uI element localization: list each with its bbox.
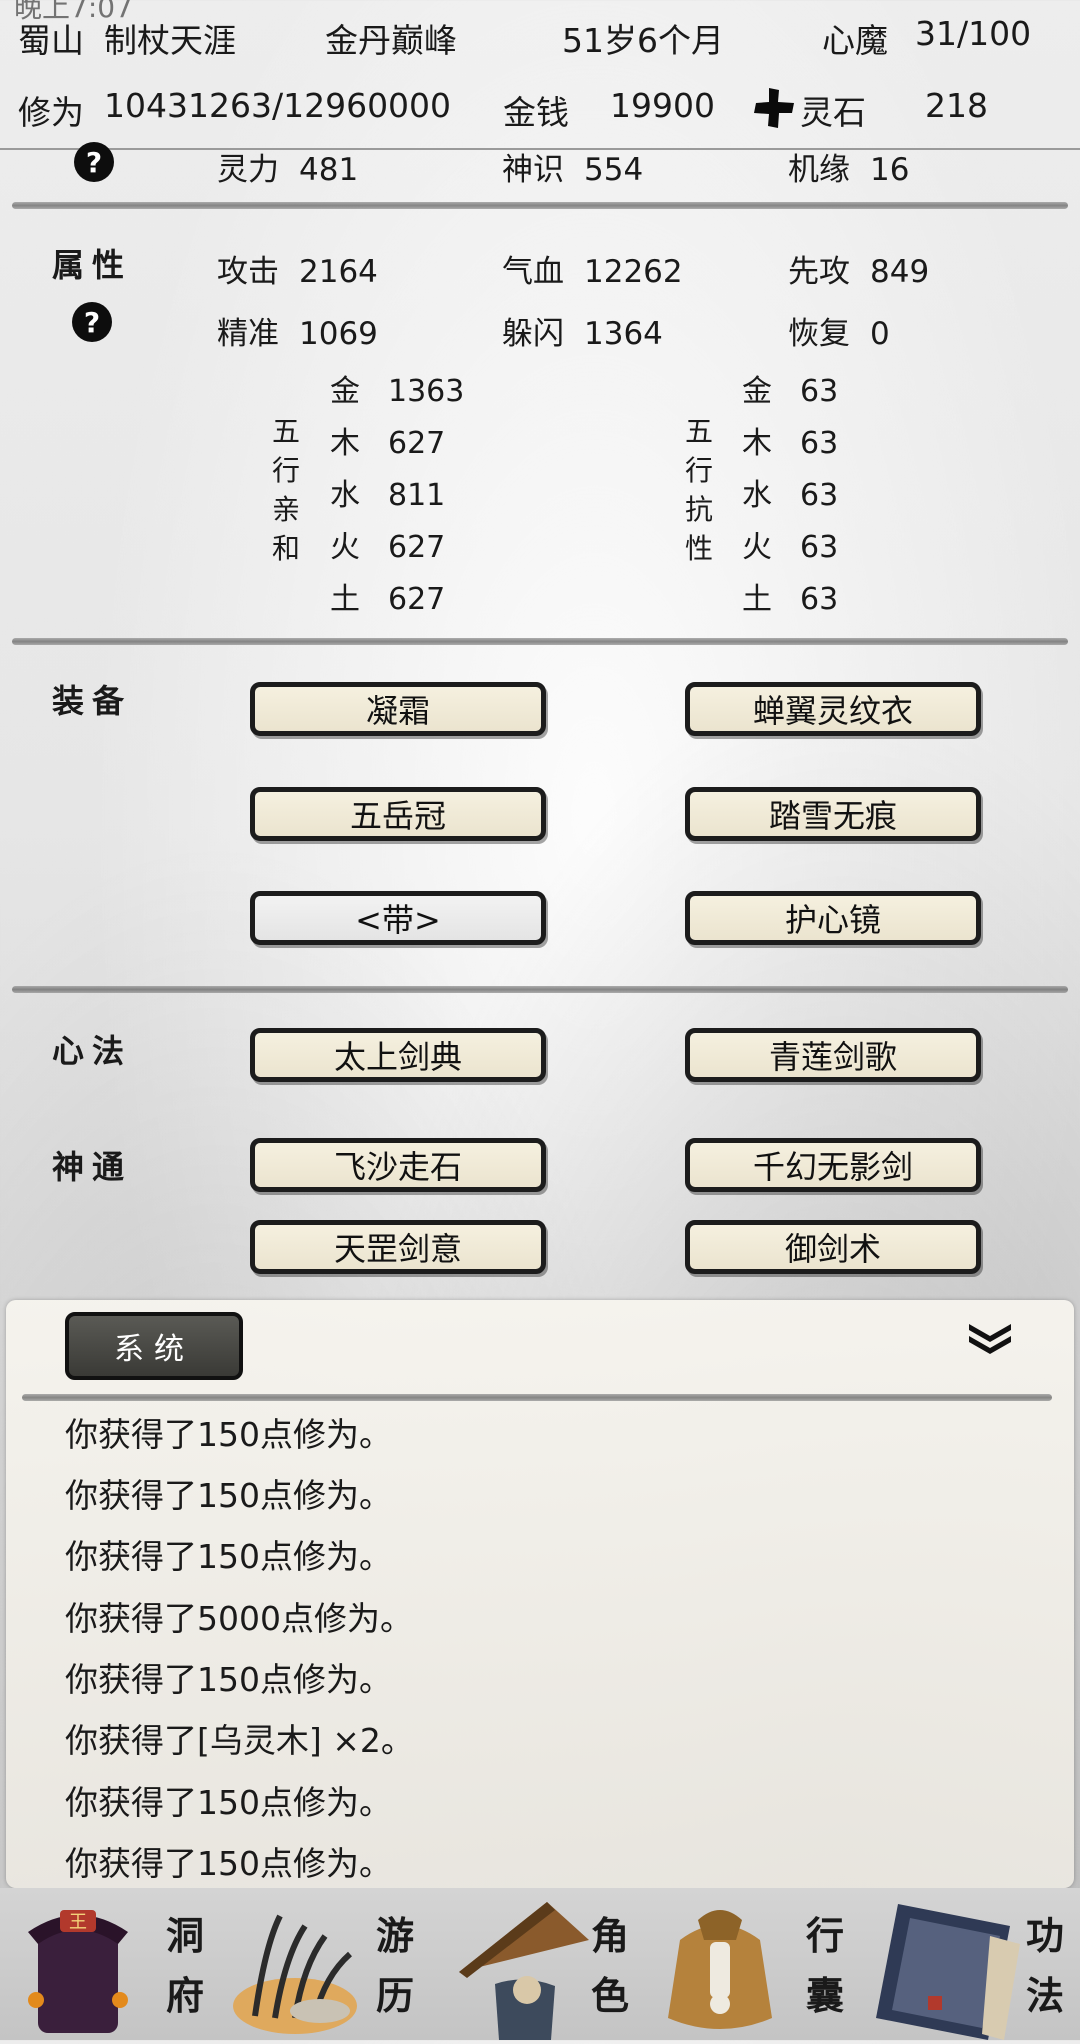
resistance-wood: 木 63 xyxy=(742,426,839,461)
spirit-stone-label: 灵石 xyxy=(800,93,866,132)
nav-label: 功 xyxy=(1025,1913,1064,1958)
mind-method-2-button[interactable]: 青莲剑歌 xyxy=(685,1028,981,1082)
help-icon[interactable]: ? xyxy=(72,302,112,342)
log-line: 你获得了[乌灵木] ×2。 xyxy=(65,1721,414,1760)
log-line: 你获得了150点修为。 xyxy=(65,1660,392,1699)
add-spirit-stone-icon[interactable] xyxy=(752,86,796,130)
collapse-chevron-icon[interactable] xyxy=(965,1318,1015,1358)
divine-ability-section-label: 神通 xyxy=(52,1148,133,1186)
realm: 金丹巅峰 xyxy=(325,21,457,60)
attributes-section-label: 属性 xyxy=(52,246,133,284)
stat-hp: 气血 12262 xyxy=(502,254,683,290)
equip-weapon-button[interactable]: 凝霜 xyxy=(250,682,546,736)
cultivation-value: 10431263/12960000 xyxy=(104,86,452,125)
stat-attack: 攻击 2164 xyxy=(217,254,378,290)
nav-label: 法 xyxy=(1025,1973,1064,2018)
affinity-water: 水 811 xyxy=(330,478,446,513)
nav-label: 府 xyxy=(165,1973,204,2018)
stat-spiritual-power: 灵力 481 xyxy=(217,152,359,188)
resistance-fire: 火 63 xyxy=(742,530,839,565)
system-tab[interactable]: 系统 xyxy=(65,1312,243,1380)
log-divider xyxy=(22,1394,1052,1401)
money-value: 19900 xyxy=(610,86,715,125)
nav-techniques[interactable]: 功 法 xyxy=(860,1888,1080,2040)
mind-method-1-button[interactable]: 太上剑典 xyxy=(250,1028,546,1082)
cultivation-label: 修为 xyxy=(18,93,84,132)
affinity-metal: 金 1363 xyxy=(330,374,465,409)
heart-demon-value: 31/100 xyxy=(915,14,1032,53)
resistance-metal: 金 63 xyxy=(742,374,839,409)
money-label: 金钱 xyxy=(503,93,569,132)
stat-evasion: 躲闪 1364 xyxy=(502,316,663,352)
stat-divine-sense: 神识 554 xyxy=(502,152,644,188)
stat-recovery: 恢复 0 xyxy=(788,316,890,352)
divine-ability-2-button[interactable]: 千幻无影剑 xyxy=(685,1138,981,1192)
equip-belt-button[interactable]: <带> xyxy=(250,891,546,945)
section-divider xyxy=(12,638,1068,645)
svg-text:王: 王 xyxy=(69,1912,87,1933)
character-title: 制杖天涯 xyxy=(104,21,236,60)
affinity-label: 五 行 亲 和 xyxy=(271,415,300,565)
divine-ability-3-button[interactable]: 天罡剑意 xyxy=(250,1220,546,1274)
mind-method-section-label: 心法 xyxy=(52,1032,133,1070)
divine-ability-1-button[interactable]: 飞沙走石 xyxy=(250,1138,546,1192)
spirit-stone-value: 218 xyxy=(925,86,988,125)
heart-demon-label: 心魔 xyxy=(822,21,888,60)
log-line: 你获得了150点修为。 xyxy=(65,1476,392,1515)
log-line: 你获得了150点修为。 xyxy=(65,1844,392,1883)
equip-amulet-button[interactable]: 护心镜 xyxy=(685,891,981,945)
equip-boots-button[interactable]: 踏雪无痕 xyxy=(685,787,981,841)
resistance-water: 水 63 xyxy=(742,478,839,513)
affinity-wood: 木 627 xyxy=(330,426,446,461)
sect-name: 蜀山 xyxy=(18,21,84,60)
nav-label: 洞 xyxy=(165,1913,204,1958)
scroll-book-icon xyxy=(870,1896,1020,2040)
equip-armor-button[interactable]: 蝉翼灵纹衣 xyxy=(685,682,981,736)
equip-helmet-button[interactable]: 五岳冠 xyxy=(250,787,546,841)
divine-ability-4-button[interactable]: 御剑术 xyxy=(685,1220,981,1274)
travel-grass-icon xyxy=(225,1906,375,2036)
affinity-fire: 火 627 xyxy=(330,530,446,565)
log-line: 你获得了150点修为。 xyxy=(65,1783,392,1822)
nav-label: 角 xyxy=(590,1913,629,1958)
affinity-earth: 土 627 xyxy=(330,582,446,617)
nav-label: 囊 xyxy=(805,1973,844,2018)
stat-initiative: 先攻 849 xyxy=(788,254,930,290)
log-line: 你获得了150点修为。 xyxy=(65,1415,392,1454)
nav-label: 行 xyxy=(805,1913,844,1958)
cave-dwelling-icon: 王 xyxy=(18,1898,138,2038)
nav-label: 历 xyxy=(375,1973,414,2018)
resistance-earth: 土 63 xyxy=(742,582,839,617)
nav-label: 游 xyxy=(375,1913,414,1958)
stat-fortune: 机缘 16 xyxy=(788,152,910,188)
nav-label: 色 xyxy=(590,1973,629,2018)
section-divider xyxy=(12,986,1068,993)
section-divider xyxy=(12,202,1068,209)
log-line: 你获得了5000点修为。 xyxy=(65,1599,413,1638)
equipment-section-label: 装备 xyxy=(52,682,133,720)
log-line: 你获得了150点修为。 xyxy=(65,1537,392,1576)
stat-accuracy: 精准 1069 xyxy=(217,316,378,352)
character-hat-icon xyxy=(455,1894,595,2040)
bag-icon xyxy=(650,1900,790,2038)
help-icon[interactable]: ? xyxy=(74,142,114,182)
age: 51岁6个月 xyxy=(562,21,724,60)
resistance-label: 五 行 抗 性 xyxy=(684,415,713,565)
